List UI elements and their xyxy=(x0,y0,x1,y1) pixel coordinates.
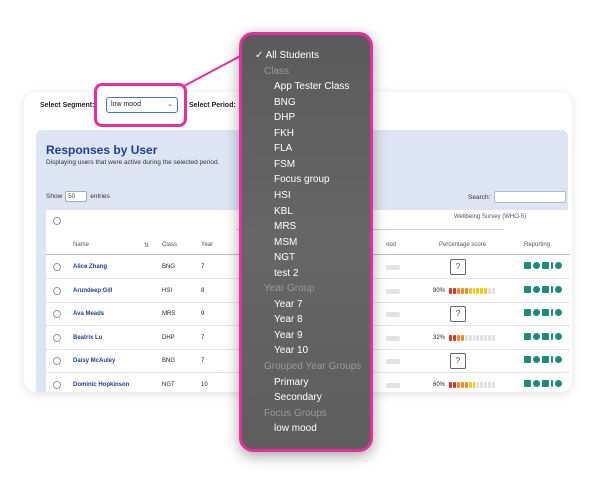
segment-select[interactable]: low mood ⌄ xyxy=(106,97,178,113)
dropdown-option[interactable]: Year 10 xyxy=(274,345,308,357)
dropdown-option[interactable]: MSM xyxy=(274,237,297,249)
dropdown-option[interactable]: Primary xyxy=(274,377,308,389)
dropdown-option[interactable]: KBL xyxy=(274,206,293,218)
dropdown-option[interactable]: HSI xyxy=(274,190,291,202)
dropdown-group-label: Grouped Year Groups xyxy=(264,361,362,372)
dropdown-group-label: Year Group xyxy=(264,283,315,295)
segment-highlight: low mood ⌄ xyxy=(94,83,187,127)
dropdown-option[interactable]: Secondary xyxy=(274,392,322,404)
chevron-down-icon: ⌄ xyxy=(167,101,173,108)
dropdown-option[interactable]: FLA xyxy=(274,143,292,155)
dropdown-option[interactable]: FSM xyxy=(274,159,295,171)
dropdown-option[interactable]: App Tester Class xyxy=(274,81,349,93)
dropdown-option[interactable]: MRS xyxy=(274,221,296,233)
dropdown-option[interactable]: Year 7 xyxy=(274,299,303,311)
dropdown-option[interactable]: low mood xyxy=(274,423,317,435)
dropdown-option[interactable]: FKH xyxy=(274,128,294,140)
dropdown-option[interactable]: Year 8 xyxy=(274,314,303,326)
dropdown-option[interactable]: DHP xyxy=(274,112,295,124)
dropdown-group-label: Focus Groups xyxy=(264,407,327,419)
dropdown-option[interactable]: NGT xyxy=(274,252,295,264)
dropdown-option-selected[interactable]: ✓ All Students xyxy=(255,50,319,62)
dropdown-option[interactable]: Focus group xyxy=(274,174,330,186)
dropdown-option[interactable]: Year 9 xyxy=(274,330,303,342)
dropdown-option[interactable]: BNG xyxy=(274,97,296,109)
segment-select-value: low mood xyxy=(111,101,141,108)
dropdown-option[interactable]: test 2 xyxy=(274,268,298,280)
dropdown-group-label: Class xyxy=(264,65,290,77)
segment-dropdown: ✓ All Students Class App Tester Class BNG DH… xyxy=(239,32,373,452)
